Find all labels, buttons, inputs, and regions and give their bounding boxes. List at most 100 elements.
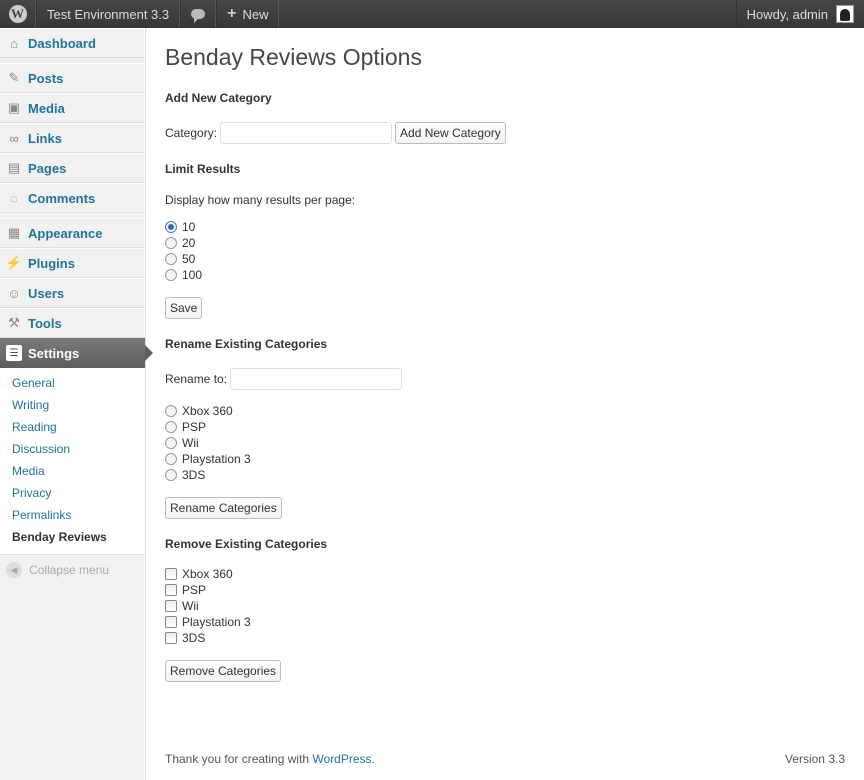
my-account-menu[interactable]: Howdy, admin — [735, 0, 864, 28]
checkbox[interactable] — [165, 600, 177, 612]
collapse-arrow-icon: ◀ — [6, 562, 22, 578]
menu-label: Tools — [28, 315, 62, 331]
radio-button[interactable] — [165, 237, 177, 249]
checkbox[interactable] — [165, 616, 177, 628]
menu-label: Users — [28, 285, 65, 301]
avatar — [836, 5, 854, 23]
version-text: Version 3.3 — [784, 752, 845, 766]
remove-option-3ds[interactable]: 3DS — [165, 630, 205, 646]
pin-icon: ✎ — [8, 70, 20, 85]
radio-button-checked[interactable] — [165, 221, 177, 233]
menu-item-appearance[interactable]: ▦ Appearance — [0, 218, 145, 248]
option-label: Wii — [182, 436, 199, 450]
footer: Thank you for creating with WordPress. V… — [165, 752, 845, 766]
remove-option-psp[interactable]: PSP — [165, 582, 206, 598]
menu-item-users[interactable]: ☺ Users — [0, 278, 145, 308]
admin-bar: W Test Environment 3.3 + New Howdy, admi… — [0, 0, 864, 28]
radio-button[interactable] — [165, 253, 177, 265]
submenu-item-benday-reviews[interactable]: Benday Reviews — [0, 526, 145, 548]
media-icon: ▣ — [7, 100, 21, 115]
menu-item-pages[interactable]: ▤ Pages — [0, 153, 145, 183]
wordpress-link[interactable]: WordPress — [312, 752, 371, 766]
checkbox[interactable] — [165, 568, 177, 580]
rename-option-playstation-3[interactable]: Playstation 3 — [165, 451, 251, 467]
rename-option-xbox-360[interactable]: Xbox 360 — [165, 403, 233, 419]
add-category-row: Category: Add New Category — [165, 122, 506, 144]
footer-period: . — [371, 752, 375, 766]
collapse-menu-button[interactable]: ◀ Collapse menu — [0, 555, 145, 585]
category-label: Category: — [165, 126, 218, 140]
wordpress-logo-icon[interactable]: W — [0, 0, 36, 28]
remove-categories-button[interactable]: Remove Categories — [165, 660, 282, 682]
plug-icon: ⚡ — [5, 255, 23, 270]
option-label: PSP — [182, 420, 207, 434]
radio-button[interactable] — [165, 453, 177, 465]
radio-option-10[interactable]: 10 — [165, 219, 195, 235]
appearance-icon: ▦ — [7, 225, 21, 240]
radio-button[interactable] — [165, 437, 177, 449]
add-category-heading: Add New Category — [165, 91, 272, 105]
checkbox[interactable] — [165, 584, 177, 596]
new-label: New — [242, 6, 269, 22]
option-label: 50 — [182, 252, 196, 266]
menu-item-dashboard[interactable]: ⌂ Dashboard — [0, 28, 145, 58]
rename-option-psp[interactable]: PSP — [165, 419, 206, 435]
radio-option-50[interactable]: 50 — [165, 251, 195, 267]
remove-option-xbox-360[interactable]: Xbox 360 — [165, 566, 233, 582]
menu-label: Pages — [28, 160, 67, 176]
submenu-item-reading[interactable]: Reading — [0, 416, 145, 438]
collapse-label: Collapse menu — [29, 563, 110, 577]
menu-label: Links — [28, 130, 62, 146]
submenu-item-privacy[interactable]: Privacy — [0, 482, 145, 504]
new-content-button[interactable]: + New — [216, 0, 280, 28]
rename-input[interactable] — [230, 368, 403, 390]
radio-option-100[interactable]: 100 — [165, 267, 202, 283]
menu-item-posts[interactable]: ✎ Posts — [0, 63, 145, 93]
users-icon: ☺ — [7, 285, 21, 301]
rename-row: Rename to: — [165, 368, 403, 390]
remove-option-wii[interactable]: Wii — [165, 598, 199, 614]
menu-item-tools[interactable]: ⚒ Tools — [0, 308, 145, 338]
menu-label: Settings — [28, 345, 80, 361]
option-label: 3DS — [182, 468, 206, 482]
menu-item-comments[interactable]: ◌ Comments — [0, 183, 145, 213]
menu-item-settings[interactable]: ☰ Settings — [0, 338, 153, 368]
settings-submenu: General Writing Reading Discussion Media… — [0, 368, 145, 555]
menu-item-plugins[interactable]: ⚡ Plugins — [0, 248, 145, 278]
settings-icon: ☰ — [6, 345, 22, 361]
submenu-item-general[interactable]: General — [0, 372, 145, 394]
radio-button[interactable] — [165, 405, 177, 417]
add-new-category-button[interactable]: Add New Category — [395, 122, 506, 144]
category-input[interactable] — [220, 122, 393, 144]
menu-item-links[interactable]: ∞ Links — [0, 123, 145, 153]
remove-option-playstation-3[interactable]: Playstation 3 — [165, 614, 251, 630]
comments-icon[interactable] — [180, 0, 217, 28]
option-label: Xbox 360 — [182, 404, 233, 418]
radio-button[interactable] — [165, 421, 177, 433]
greeting-text: Howdy, admin — [746, 6, 828, 22]
plus-icon: + — [227, 5, 237, 22]
submenu-item-discussion[interactable]: Discussion — [0, 438, 145, 460]
remove-categories-heading: Remove Existing Categories — [165, 537, 328, 551]
menu-label: Plugins — [28, 255, 75, 271]
menu-label: Comments — [28, 190, 96, 206]
option-label: Wii — [182, 599, 199, 613]
rename-categories-button[interactable]: Rename Categories — [165, 497, 282, 519]
site-name-link[interactable]: Test Environment 3.3 — [36, 0, 181, 28]
submenu-item-media[interactable]: Media — [0, 460, 145, 482]
submenu-item-writing[interactable]: Writing — [0, 394, 145, 416]
menu-label: Media — [28, 100, 65, 116]
rename-option-wii[interactable]: Wii — [165, 435, 199, 451]
menu-label: Dashboard — [28, 35, 96, 51]
option-label: 20 — [182, 236, 196, 250]
radio-button[interactable] — [165, 269, 177, 281]
save-button[interactable]: Save — [165, 297, 203, 319]
radio-button[interactable] — [165, 469, 177, 481]
submenu-item-permalinks[interactable]: Permalinks — [0, 504, 145, 526]
radio-option-20[interactable]: 20 — [165, 235, 195, 251]
rename-option-3ds[interactable]: 3DS — [165, 467, 205, 483]
checkbox[interactable] — [165, 632, 177, 644]
menu-item-media[interactable]: ▣ Media — [0, 93, 145, 123]
rename-categories-heading: Rename Existing Categories — [165, 337, 328, 351]
comment-icon: ◌ — [10, 190, 18, 206]
